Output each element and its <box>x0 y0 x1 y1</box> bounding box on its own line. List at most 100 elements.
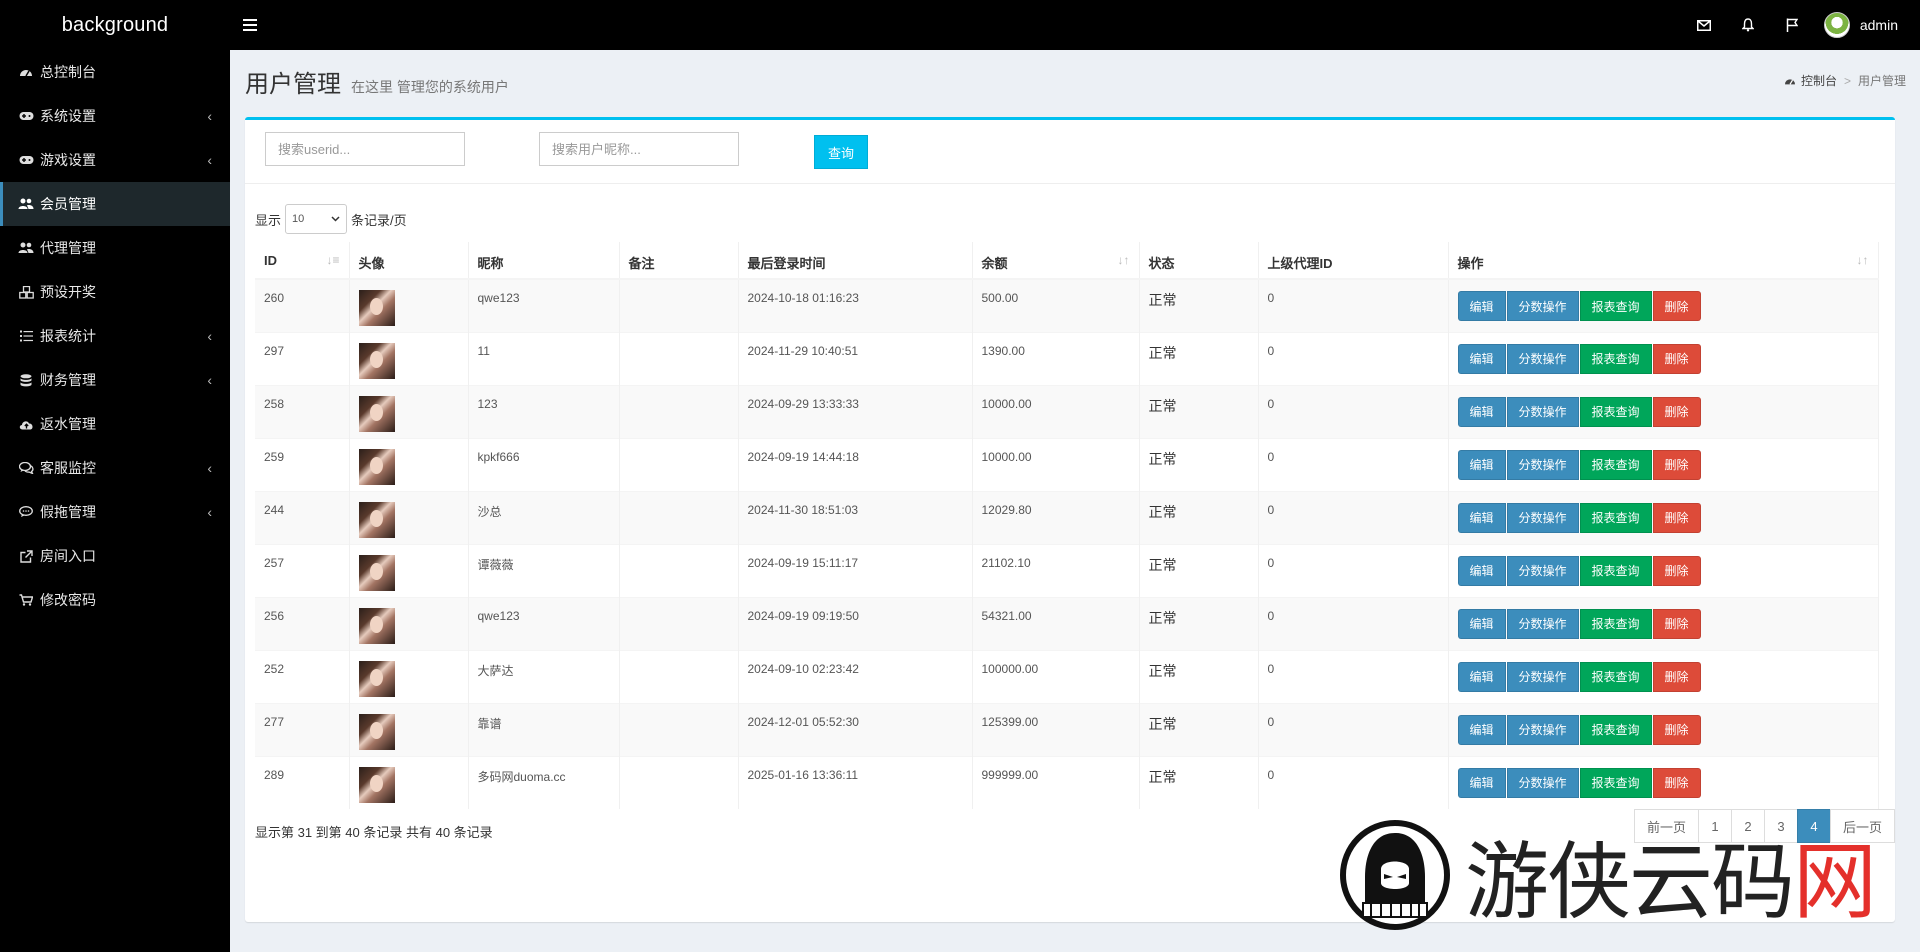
delete-button[interactable]: 删除 <box>1652 291 1701 321</box>
cell-status: 正常 <box>1139 437 1259 491</box>
report-query-button[interactable]: 报表查询 <box>1579 396 1652 427</box>
report-query-button[interactable]: 报表查询 <box>1579 555 1652 586</box>
avatar <box>358 660 395 697</box>
delete-button[interactable]: 删除 <box>1652 396 1701 427</box>
edit-button[interactable]: 编辑 <box>1457 661 1506 692</box>
cell-status: 正常 <box>1139 543 1259 597</box>
score-operation-button[interactable]: 分数操作 <box>1506 661 1579 692</box>
cell-parent-agent: 0 <box>1258 702 1449 756</box>
edit-button[interactable]: 编辑 <box>1457 343 1506 374</box>
notifications-button[interactable] <box>1726 0 1770 50</box>
edit-button[interactable]: 编辑 <box>1457 555 1506 586</box>
avatar <box>358 607 395 644</box>
brand-logo[interactable]: background <box>0 0 230 50</box>
bell-icon <box>1741 18 1754 32</box>
report-query-button[interactable]: 报表查询 <box>1579 449 1652 480</box>
column-header-actions[interactable]: 操作 ↓↑ <box>1448 242 1879 280</box>
database-icon <box>18 372 34 388</box>
cell-last-login: 2024-10-18 01:16:23 <box>738 278 973 332</box>
sidebar-item-game-settings[interactable]: 游戏设置 ‹ <box>0 138 230 182</box>
cell-status: 正常 <box>1139 490 1259 544</box>
sidebar-item-label: 房间入口 <box>40 548 96 564</box>
report-query-button[interactable]: 报表查询 <box>1579 608 1652 639</box>
external-link-icon <box>18 548 34 564</box>
page-length-control: 显示 10 条记录/页 <box>255 204 407 234</box>
query-button[interactable]: 查询 <box>814 135 868 169</box>
page-length-value: 10 <box>292 213 305 225</box>
score-operation-button[interactable]: 分数操作 <box>1506 449 1579 480</box>
user-menu[interactable]: admin <box>1823 12 1898 38</box>
avatar <box>358 448 395 485</box>
breadcrumb-home-link[interactable]: 控制台 <box>1801 72 1837 89</box>
sidebar-item-preset-draw[interactable]: 预设开奖 <box>0 270 230 314</box>
sidebar-item-reports[interactable]: 报表统计 ‹ <box>0 314 230 358</box>
edit-button[interactable]: 编辑 <box>1457 291 1506 321</box>
table-row: 256 qwe123 2024-09-19 09:19:50 54321.00 正常 0 编… <box>255 596 1879 650</box>
page-header: 用户管理 在这里 管理您的系统用户 <box>245 64 509 99</box>
cell-id: 257 <box>255 543 350 597</box>
cell-avatar <box>349 437 469 491</box>
score-operation-button[interactable]: 分数操作 <box>1506 555 1579 586</box>
page-length-select[interactable]: 10 <box>285 204 348 234</box>
sidebar-item-members[interactable]: 会员管理 <box>0 182 230 226</box>
score-operation-button[interactable]: 分数操作 <box>1506 502 1579 533</box>
delete-button[interactable]: 删除 <box>1652 343 1701 374</box>
delete-button[interactable]: 删除 <box>1652 767 1701 798</box>
report-query-button[interactable]: 报表查询 <box>1579 767 1652 798</box>
tasks-button[interactable] <box>1770 0 1814 50</box>
sidebar-item-system-settings[interactable]: 系统设置 ‹ <box>0 94 230 138</box>
messages-button[interactable] <box>1682 0 1726 50</box>
sidebar-item-fake-players[interactable]: 假拖管理 ‹ <box>0 490 230 534</box>
search-userid-input[interactable] <box>265 132 465 166</box>
cell-actions: 编辑 分数操作 报表查询 删除 <box>1448 755 1879 809</box>
cell-id: 252 <box>255 649 350 703</box>
score-operation-button[interactable]: 分数操作 <box>1506 343 1579 374</box>
sidebar-item-agents[interactable]: 代理管理 <box>0 226 230 270</box>
sidebar-item-rebate[interactable]: 返水管理 <box>0 402 230 446</box>
score-operation-button[interactable]: 分数操作 <box>1506 396 1579 427</box>
score-operation-button[interactable]: 分数操作 <box>1506 767 1579 798</box>
delete-button[interactable]: 删除 <box>1652 661 1701 692</box>
sidebar-item-room-entry[interactable]: 房间入口 <box>0 534 230 578</box>
delete-button[interactable]: 删除 <box>1652 608 1701 639</box>
column-header-avatar: 头像 <box>349 242 469 280</box>
cell-nickname: 11 <box>468 331 620 385</box>
delete-button[interactable]: 删除 <box>1652 555 1701 586</box>
cloud-upload-icon <box>18 416 34 432</box>
score-operation-button[interactable]: 分数操作 <box>1506 714 1579 745</box>
cubes-icon <box>18 284 34 300</box>
sidebar-item-finance[interactable]: 财务管理 ‹ <box>0 358 230 402</box>
cell-last-login: 2024-09-10 02:23:42 <box>738 649 973 703</box>
edit-button[interactable]: 编辑 <box>1457 502 1506 533</box>
score-operation-button[interactable]: 分数操作 <box>1506 608 1579 639</box>
sidebar-item-support-monitor[interactable]: 客服监控 ‹ <box>0 446 230 490</box>
cell-avatar <box>349 702 469 756</box>
edit-button[interactable]: 编辑 <box>1457 396 1506 427</box>
delete-button[interactable]: 删除 <box>1652 502 1701 533</box>
edit-button[interactable]: 编辑 <box>1457 714 1506 745</box>
cell-remark <box>619 384 739 438</box>
sidebar-item-change-password[interactable]: 修改密码 <box>0 578 230 622</box>
report-query-button[interactable]: 报表查询 <box>1579 291 1652 321</box>
report-query-button[interactable]: 报表查询 <box>1579 661 1652 692</box>
cell-remark <box>619 278 739 332</box>
report-query-button[interactable]: 报表查询 <box>1579 343 1652 374</box>
delete-button[interactable]: 删除 <box>1652 449 1701 480</box>
score-operation-button[interactable]: 分数操作 <box>1506 291 1579 321</box>
cell-nickname: 123 <box>468 384 620 438</box>
cell-id: 256 <box>255 596 350 650</box>
chevron-left-icon: ‹ <box>207 152 212 168</box>
column-header-id[interactable]: ID ↓≡ <box>255 242 350 280</box>
report-query-button[interactable]: 报表查询 <box>1579 502 1652 533</box>
edit-button[interactable]: 编辑 <box>1457 449 1506 480</box>
sidebar-toggle-button[interactable] <box>230 0 270 50</box>
delete-button[interactable]: 删除 <box>1652 714 1701 745</box>
avatar <box>358 501 395 538</box>
sidebar-item-dashboard[interactable]: 总控制台 <box>0 50 230 94</box>
search-nickname-input[interactable] <box>539 132 739 166</box>
column-header-balance[interactable]: 余额 ↓↑ <box>972 242 1140 280</box>
report-query-button[interactable]: 报表查询 <box>1579 714 1652 745</box>
edit-button[interactable]: 编辑 <box>1457 608 1506 639</box>
edit-button[interactable]: 编辑 <box>1457 767 1506 798</box>
cell-actions: 编辑 分数操作 报表查询 删除 <box>1448 384 1879 438</box>
